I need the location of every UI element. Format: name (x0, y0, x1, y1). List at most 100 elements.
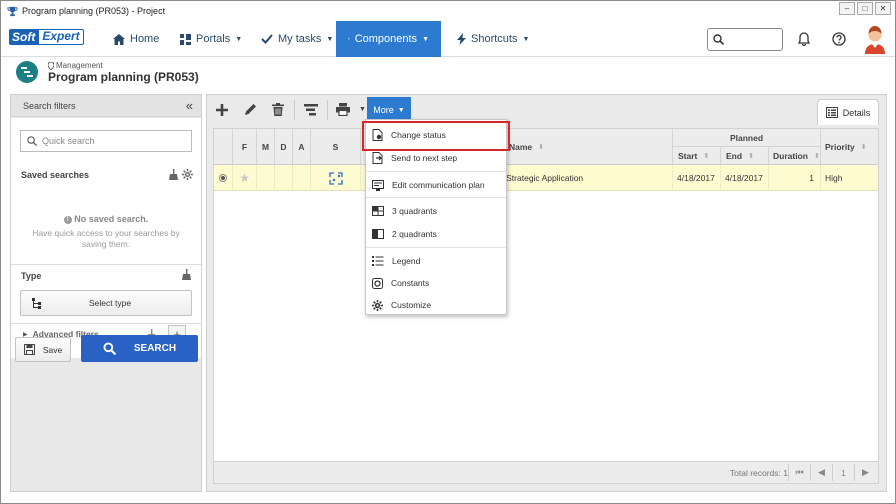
row-favorite[interactable]: ★ (233, 165, 257, 191)
column-start-label: Start (678, 151, 698, 161)
column-header-priority[interactable]: Priority ⬍ (821, 129, 878, 165)
broom-icon[interactable] (182, 269, 191, 280)
next-page-icon: ▶ (862, 467, 869, 477)
menu-item-constants[interactable]: Constants (366, 272, 506, 294)
save-label: Save (42, 344, 63, 355)
menu-item-2-quadrants[interactable]: 2 quadrants (366, 223, 506, 245)
nav-home-label: Home (130, 33, 160, 45)
menu-item-label: Constants (391, 278, 430, 288)
row-cell-priority: High (825, 173, 843, 183)
top-navigation: Soft Expert Home Portals ▼ My tasks ▼ Co… (1, 21, 895, 57)
details-label: Details (842, 107, 871, 118)
menu-item-legend[interactable]: Legend (366, 250, 506, 272)
column-header-duration[interactable]: Duration ⬍ (769, 147, 821, 165)
menu-item-label: Customize (391, 300, 432, 310)
app-window: Program planning (PR053) - Project – □ ✕… (0, 0, 896, 504)
edit-button[interactable] (236, 95, 264, 124)
menu-item-3-quadrants[interactable]: 3 quadrants (366, 200, 506, 222)
next-page-button[interactable]: ▶ (854, 464, 876, 481)
first-page-button[interactable]: ⏮ (788, 464, 810, 481)
menu-separator (366, 171, 506, 172)
column-header-d[interactable]: D (275, 129, 293, 165)
row-cell-start: 4/18/2017 (673, 165, 721, 191)
notifications-button[interactable] (796, 31, 812, 47)
nav-portals-label: Portals (196, 33, 231, 45)
softexpert-logo[interactable]: Soft Expert (9, 28, 84, 46)
sort-icon: ⬍ (813, 153, 820, 160)
column-header-start[interactable]: Start ⬍ (673, 147, 721, 165)
menu-item-label: 2 quadrants (392, 229, 437, 239)
gear-icon[interactable] (182, 169, 193, 180)
column-header-s[interactable]: S (311, 129, 361, 165)
details-tab[interactable]: Details (817, 99, 879, 125)
breadcrumb-label[interactable]: Management (56, 61, 103, 70)
column-header-f[interactable]: F (233, 129, 257, 165)
search-button[interactable]: SEARCH (81, 335, 198, 362)
nav-shortcuts-label: Shortcuts (471, 33, 518, 45)
delete-button[interactable] (264, 95, 292, 124)
global-search-input[interactable] (707, 28, 783, 51)
menu-separator (366, 247, 506, 248)
nav-portals[interactable]: Portals ▼ (168, 21, 254, 57)
title-bar: Program planning (PR053) - Project – □ ✕ (1, 1, 895, 21)
row-cell-a (293, 165, 311, 191)
gear-icon (372, 299, 383, 311)
printer-icon (336, 103, 350, 116)
row-cell-d (275, 165, 293, 191)
close-button[interactable]: ✕ (875, 2, 891, 15)
sort-icon: ⬍ (703, 153, 710, 160)
row-radio[interactable] (214, 165, 233, 191)
caret-down-icon: ▼ (235, 35, 243, 43)
search-filters-panel: Search filters « Quick search Saved sear… (10, 94, 202, 492)
column-header-end[interactable]: End ⬍ (721, 147, 769, 165)
menu-item-label: Legend (392, 256, 421, 266)
previous-page-button[interactable]: ◀ (810, 464, 832, 481)
communication-plan-icon (372, 179, 384, 191)
maximize-button[interactable]: □ (857, 2, 873, 15)
minimize-button[interactable]: – (839, 2, 855, 15)
column-priority-label: Priority (825, 142, 855, 152)
user-avatar[interactable] (862, 24, 888, 54)
grid-header: F M D A S Name ⬍ Planned Start ⬍ End ⬍ D… (214, 129, 878, 165)
gantt-button[interactable] (297, 95, 325, 124)
column-header-m[interactable]: M (257, 129, 275, 165)
row-cell-duration: 1 (769, 165, 821, 191)
add-button[interactable] (208, 95, 236, 124)
nav-components[interactable]: Components ▼ (336, 21, 441, 57)
select-column-header (214, 129, 233, 165)
status-workflow-icon (328, 171, 343, 185)
logo-part-soft: Soft (9, 29, 39, 45)
next-step-icon (372, 152, 383, 164)
page-header: Management Program planning (PR053) (1, 58, 895, 89)
nav-components-label: Components (354, 33, 418, 45)
saved-searches-actions (169, 169, 193, 180)
sort-icon: ⬍ (860, 144, 867, 151)
window-controls: – □ ✕ (839, 2, 891, 15)
sort-icon: ⬍ (538, 144, 545, 151)
broom-icon[interactable] (169, 169, 178, 180)
print-dropdown-caret-icon[interactable]: ▼ (359, 106, 366, 113)
help-button[interactable] (831, 31, 847, 47)
menu-item-edit-communication-plan[interactable]: Edit communication plan (366, 174, 506, 196)
menu-separator (366, 197, 506, 198)
logo-part-expert: Expert (38, 29, 84, 45)
caret-down-icon: ▼ (422, 35, 429, 43)
table-row[interactable]: ★ C Strategic Application 4/18/2017 4/18… (214, 165, 878, 191)
menu-item-customize[interactable]: Customize (366, 294, 506, 316)
quick-search-input[interactable]: Quick search (20, 130, 192, 152)
project-module-icon (16, 61, 38, 83)
floppy-disk-icon (23, 344, 35, 355)
select-type-label: Select type (89, 298, 132, 308)
menu-item-label: Send to next step (391, 153, 458, 163)
search-icon (103, 342, 116, 355)
column-header-a[interactable]: A (293, 129, 311, 165)
nav-my-tasks[interactable]: My tasks ▼ (249, 21, 345, 57)
nav-shortcuts[interactable]: Shortcuts ▼ (445, 21, 541, 57)
collapse-panel-icon[interactable]: « (186, 98, 193, 113)
window-title: Program planning (PR053) - Project (22, 6, 166, 16)
print-button[interactable] (330, 95, 356, 124)
save-button[interactable]: Save (15, 337, 71, 362)
nav-home[interactable]: Home (101, 21, 171, 57)
radio-selected-icon (219, 174, 227, 182)
select-type-button[interactable]: Select type (20, 290, 192, 316)
